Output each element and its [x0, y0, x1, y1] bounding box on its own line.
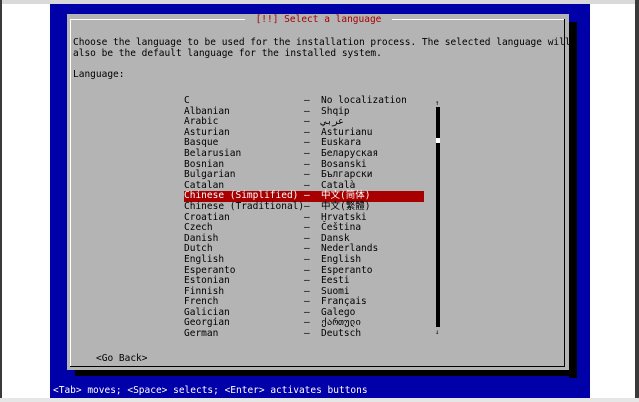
- language-list[interactable]: C – No localization Albanian – Shqip Arabic – عر…: [184, 95, 424, 340]
- language-scrollbar[interactable]: ↑ ↓: [435, 100, 441, 336]
- scroll-down-arrow-icon[interactable]: ↓: [435, 329, 441, 336]
- language-option[interactable]: C – No localization: [184, 95, 424, 107]
- dialog-border: [70, 366, 565, 367]
- dialog-shadow: [569, 22, 577, 378]
- language-native-name: 中文(繁體): [321, 200, 371, 212]
- language-prompt: Choose the language to be used for the i…: [73, 37, 571, 59]
- scrollbar-thumb[interactable]: [436, 138, 440, 143]
- language-native-name: No localization: [321, 95, 407, 106]
- scroll-up-arrow-icon[interactable]: ↑: [435, 100, 441, 107]
- language-option[interactable]: Belarusian – Беларуская: [184, 147, 424, 160]
- language-option[interactable]: Chinese (Traditional) – 中文(繁體): [184, 200, 424, 213]
- language-native-name: Беларуская: [321, 147, 379, 159]
- dialog-border: [70, 19, 71, 367]
- language-option[interactable]: German – Deutsch: [184, 328, 424, 340]
- language-separator: –: [304, 200, 310, 212]
- language-native-name: Deutsch: [321, 328, 362, 340]
- language-separator: –: [304, 253, 310, 265]
- language-option[interactable]: English – English: [184, 253, 424, 266]
- dialog-border: [564, 19, 565, 367]
- language-name: German: [184, 328, 219, 340]
- dialog-shadow: [75, 370, 577, 376]
- select-language-dialog: [!!] Select a language Choose the langua…: [67, 14, 571, 370]
- language-name: Chinese (Traditional): [184, 200, 305, 212]
- language-name: Belarusian: [184, 147, 242, 159]
- go-back-button[interactable]: <Go Back>: [96, 353, 147, 365]
- dialog-title: [!!] Select a language: [255, 14, 382, 25]
- language-separator: –: [304, 147, 310, 159]
- status-bar: <Tab> moves; <Space> selects; <Enter> ac…: [53, 385, 368, 396]
- dialog-border: [70, 19, 245, 20]
- language-separator: –: [304, 95, 310, 106]
- vm-frame-bottom: [0, 398, 639, 402]
- vm-frame-right: [635, 0, 639, 402]
- language-name: English: [184, 253, 225, 265]
- language-name: C: [184, 95, 190, 106]
- language-native-name: English: [321, 253, 362, 265]
- vm-frame-left: [0, 0, 2, 402]
- language-label: Language:: [73, 69, 125, 80]
- installer-screen: [!!] Select a language Choose the langua…: [50, 4, 590, 398]
- language-separator: –: [304, 328, 310, 340]
- dialog-border: [392, 19, 565, 20]
